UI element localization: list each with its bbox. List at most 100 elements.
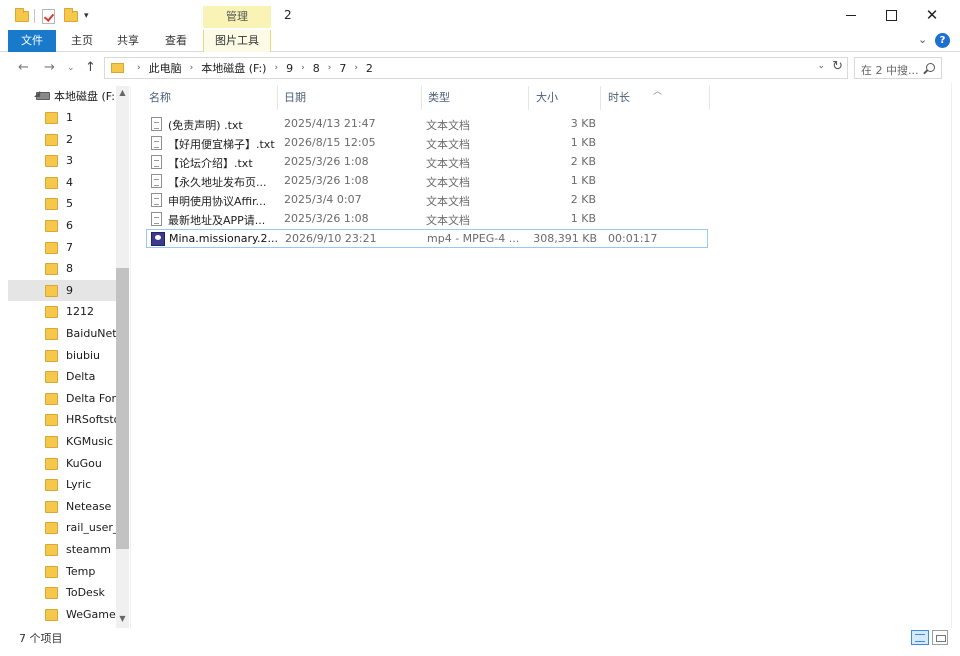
collapse-chevron-icon[interactable]: ◢ xyxy=(34,89,40,98)
new-folder-icon[interactable] xyxy=(64,7,78,25)
maximize-button[interactable] xyxy=(878,4,904,26)
crumb-this-pc[interactable]: 此电脑 xyxy=(149,60,182,76)
chevron-right-icon[interactable]: › xyxy=(190,63,194,73)
nav-item[interactable]: 4 xyxy=(8,172,129,193)
chevron-right-icon[interactable]: › xyxy=(301,63,305,73)
bottom-strip xyxy=(0,648,960,656)
nav-item[interactable]: Netease xyxy=(8,496,129,517)
search-input[interactable]: 在 2 中搜... xyxy=(861,62,918,78)
nav-item[interactable]: KuGou xyxy=(8,453,129,474)
address-bar[interactable]: › 此电脑 › 本地磁盘 (F:) › 9 › 8 › 7 › 2 ⌄ ↻ xyxy=(104,57,848,79)
nav-item[interactable]: Temp xyxy=(8,561,129,582)
nav-item[interactable]: Lyric xyxy=(8,474,129,495)
nav-item[interactable]: 1212 xyxy=(8,301,129,322)
tab-share[interactable]: 共享 xyxy=(108,30,148,52)
file-row[interactable]: 【论坛介绍】.txt 2025/3/26 1:08 文本文档 2 KB xyxy=(146,153,708,172)
nav-root-drive[interactable]: ◢ 本地磁盘 (F:) xyxy=(8,86,129,106)
file-type: 文本文档 xyxy=(426,157,470,170)
forward-arrow-icon[interactable]: → xyxy=(44,59,55,77)
scroll-up-icon[interactable]: ▲ xyxy=(116,86,129,100)
nav-item-label: Temp xyxy=(66,565,96,578)
refresh-icon[interactable]: ↻ xyxy=(832,59,843,74)
folder-icon xyxy=(45,219,58,232)
pane-splitter[interactable] xyxy=(130,86,131,628)
crumb-2[interactable]: 2 xyxy=(366,62,373,75)
folder-icon xyxy=(45,284,58,297)
crumb-7[interactable]: 7 xyxy=(339,62,346,75)
search-icon[interactable] xyxy=(926,63,935,72)
nav-item[interactable]: BaiduNetd xyxy=(8,323,129,344)
file-size: 1 KB xyxy=(570,212,596,225)
nav-item[interactable]: KGMusic xyxy=(8,431,129,452)
nav-item-label: 5 xyxy=(66,197,73,210)
nav-item[interactable]: Delta Force xyxy=(8,388,129,409)
file-size: 2 KB xyxy=(570,155,596,168)
up-arrow-icon[interactable]: ↑ xyxy=(85,59,96,77)
details-view-icon[interactable] xyxy=(911,630,929,645)
chevron-right-icon[interactable]: › xyxy=(328,63,332,73)
column-header-size[interactable]: 大小 xyxy=(536,87,558,109)
file-row[interactable]: 最新地址及APP请... 2025/3/26 1:08 文本文档 1 KB xyxy=(146,210,708,229)
nav-item[interactable]: 5 xyxy=(8,193,129,214)
quick-access-dropdown-icon[interactable]: ▾ xyxy=(84,7,89,25)
recent-locations-chevron-icon[interactable]: ⌄ xyxy=(67,59,75,77)
help-icon[interactable]: ? xyxy=(935,33,950,48)
address-dropdown-icon[interactable]: ⌄ xyxy=(817,61,825,71)
chevron-right-icon[interactable]: › xyxy=(274,63,278,73)
nav-item[interactable]: 2 xyxy=(8,129,129,150)
nav-item[interactable]: 7 xyxy=(8,237,129,258)
back-arrow-icon[interactable]: ← xyxy=(18,59,29,77)
nav-item[interactable]: 8 xyxy=(8,258,129,279)
column-divider[interactable] xyxy=(528,86,529,110)
close-button[interactable]: ✕ xyxy=(919,4,945,26)
column-divider[interactable] xyxy=(600,86,601,110)
file-name: (免责声明) .txt xyxy=(168,119,243,132)
column-header-date[interactable]: 日期 xyxy=(284,87,306,109)
file-row[interactable]: 申明使用协议Affir... 2025/3/4 0:07 文本文档 2 KB xyxy=(146,191,708,210)
crumb-drive[interactable]: 本地磁盘 (F:) xyxy=(201,60,266,76)
column-divider[interactable] xyxy=(709,86,710,110)
column-header-type[interactable]: 类型 xyxy=(428,87,450,109)
nav-item[interactable]: 1 xyxy=(8,107,129,128)
file-row[interactable]: (免责声明) .txt 2025/4/13 21:47 文本文档 3 KB xyxy=(146,115,708,134)
file-size: 1 KB xyxy=(570,136,596,149)
large-icons-view-icon[interactable] xyxy=(932,630,948,645)
column-header-name[interactable]: 名称 xyxy=(149,87,171,109)
column-divider[interactable] xyxy=(277,86,278,110)
nav-item-label: 8 xyxy=(66,262,73,275)
nav-item-label: Lyric xyxy=(66,478,92,491)
expand-ribbon-chevron-icon[interactable]: ⌄ xyxy=(918,33,927,46)
file-row[interactable]: Mina.missionary.2... 2026/9/10 23:21 mp4 -… xyxy=(146,229,708,248)
file-row[interactable]: 【永久地址发布页... 2025/3/26 1:08 文本文档 1 KB xyxy=(146,172,708,191)
search-box[interactable]: 在 2 中搜... xyxy=(854,57,942,79)
nav-item[interactable]: WeGameA xyxy=(8,604,129,625)
scroll-down-icon[interactable]: ▼ xyxy=(116,612,129,626)
tab-view[interactable]: 查看 xyxy=(156,30,196,52)
nav-item[interactable]: ToDesk xyxy=(8,582,129,603)
nav-item[interactable]: 3 xyxy=(8,150,129,171)
nav-item[interactable]: 6 xyxy=(8,215,129,236)
nav-item[interactable]: Delta xyxy=(8,366,129,387)
tab-picture-tools[interactable]: 图片工具 xyxy=(203,30,271,52)
nav-item-label: 1212 xyxy=(66,305,94,318)
minimize-button[interactable] xyxy=(838,4,864,26)
crumb-9[interactable]: 9 xyxy=(286,62,293,75)
column-header-duration[interactable]: 时长 xyxy=(608,87,630,109)
nav-item[interactable]: HRSoftsto xyxy=(8,409,129,430)
nav-item[interactable]: 9 xyxy=(8,280,129,301)
nav-item[interactable]: rail_user_d xyxy=(8,517,129,538)
properties-check-icon[interactable] xyxy=(42,7,55,25)
chevron-right-icon[interactable]: › xyxy=(354,63,358,73)
file-size: 308,391 KB xyxy=(533,232,597,245)
tab-home[interactable]: 主页 xyxy=(62,30,102,52)
nav-item-label: Delta xyxy=(66,370,96,383)
nav-item-label: BaiduNetd xyxy=(66,327,124,340)
crumb-8[interactable]: 8 xyxy=(313,62,320,75)
file-row[interactable]: 【好用便宜梯子】.txt 2026/8/15 12:05 文本文档 1 KB xyxy=(146,134,708,153)
file-name: 【永久地址发布页... xyxy=(168,176,267,189)
nav-scrollbar-thumb[interactable] xyxy=(116,268,129,549)
tab-file[interactable]: 文件 xyxy=(8,30,56,52)
nav-item[interactable]: biubiu xyxy=(8,345,129,366)
nav-item[interactable]: steamm xyxy=(8,539,129,560)
column-divider[interactable] xyxy=(421,86,422,110)
